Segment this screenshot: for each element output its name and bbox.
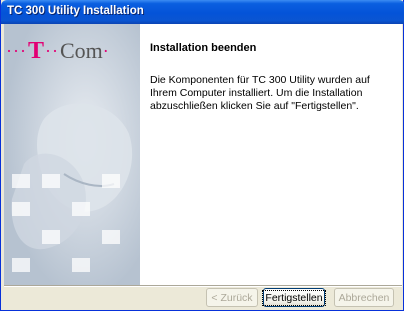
installer-window: TC 300 Utility Installation ··· T ·· Com… bbox=[0, 0, 404, 311]
finish-button-label: Fertigstellen bbox=[262, 289, 326, 306]
wizard-content: ··· T ·· Com · Installation beenden Die … bbox=[4, 24, 402, 285]
page-heading: Installation beenden bbox=[150, 42, 257, 54]
window-title: TC 300 Utility Installation bbox=[7, 5, 144, 17]
logo-dots-mid: ·· bbox=[45, 40, 59, 61]
logo-t: T bbox=[27, 37, 44, 64]
logo-dots-left: ··· bbox=[6, 40, 27, 61]
back-button-label: < Zurück bbox=[211, 291, 253, 304]
logo-com: Com bbox=[60, 38, 103, 63]
side-banner: ··· T ·· Com · bbox=[4, 24, 140, 285]
telekom-logo: ··· T ·· Com · bbox=[6, 36, 138, 66]
cancel-button[interactable]: Abbrechen bbox=[334, 288, 394, 307]
page-body-text: Die Komponenten für TC 300 Utility wurde… bbox=[150, 74, 370, 112]
logo-dot-right: · bbox=[102, 40, 110, 61]
back-button[interactable]: < Zurück bbox=[206, 288, 258, 307]
cancel-button-label: Abbrechen bbox=[338, 291, 390, 304]
title-bar[interactable]: TC 300 Utility Installation bbox=[1, 0, 404, 24]
finish-button[interactable]: Fertigstellen bbox=[262, 288, 326, 307]
footer-separator bbox=[4, 285, 402, 287]
